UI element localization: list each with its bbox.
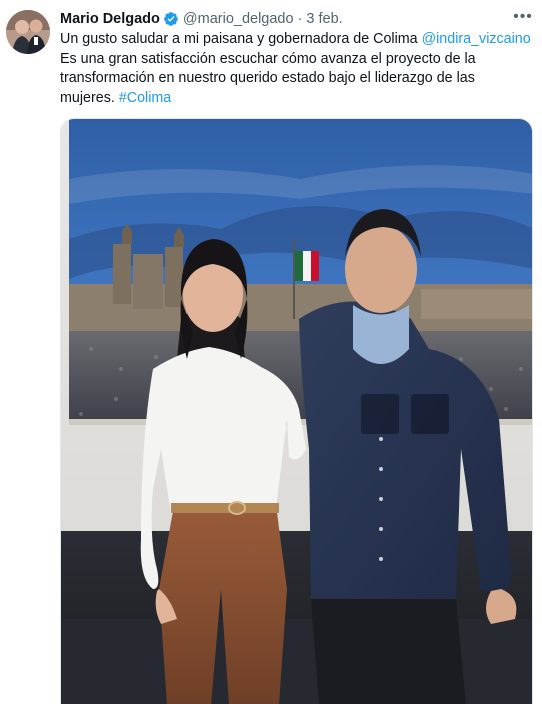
- avatar-image: [6, 10, 50, 54]
- mention-link[interactable]: @indira_vizcaino: [422, 31, 531, 47]
- tweet-header: Mario Delgado @mario_delgado · 3 feb.: [60, 9, 532, 29]
- tweet-text-part: Un gusto saludar a mi paisana y gobernad…: [60, 31, 422, 47]
- header-separator: ·: [297, 11, 303, 27]
- photo-image: [61, 119, 532, 704]
- author-handle[interactable]: @mario_delgado: [183, 11, 294, 27]
- tweet-text-line-1: Un gusto saludar a mi paisana y gobernad…: [60, 30, 532, 50]
- avatar[interactable]: [6, 10, 50, 54]
- tweet-text-line-3: transformación en nuestro querido estado…: [60, 70, 475, 86]
- verified-badge-icon: [163, 11, 179, 27]
- tweet-date[interactable]: 3 feb.: [306, 11, 342, 27]
- tweet-photo[interactable]: [60, 118, 533, 704]
- tweet-text-part: mujeres.: [60, 89, 119, 106]
- tweet-text-line-2: Es una gran satisfacción escuchar cómo a…: [60, 50, 476, 67]
- tweet-text-line-4: mujeres. #Colima: [60, 89, 532, 109]
- tweet-text: Un gusto saludar a mi paisana y gobernad…: [60, 30, 532, 108]
- hashtag-link[interactable]: #Colima: [119, 90, 171, 106]
- more-horizontal-icon[interactable]: •••: [512, 6, 534, 28]
- author-name[interactable]: Mario Delgado: [60, 11, 160, 27]
- tweet[interactable]: Mario Delgado @mario_delgado · 3 feb. ••…: [0, 0, 542, 704]
